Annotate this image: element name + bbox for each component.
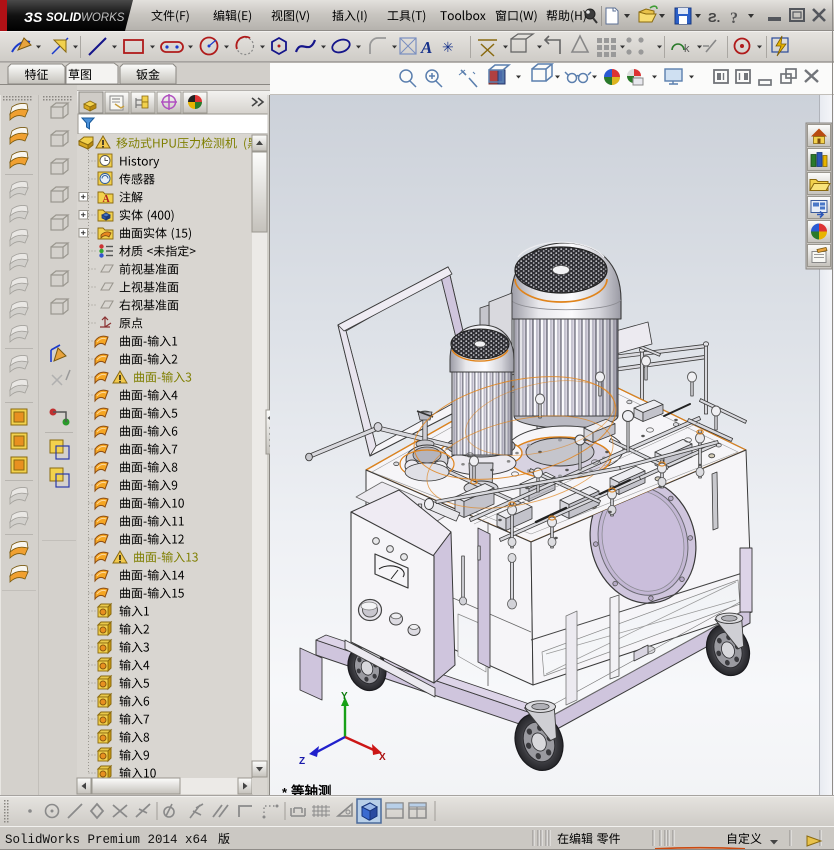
svg-text:SolidWorks Premium 2014 x64: SolidWorks Premium 2014 x64 (5, 833, 208, 847)
svg-text:Z: Z (299, 756, 305, 767)
svg-text:X: X (379, 752, 386, 763)
svg-text:WORKS: WORKS (81, 12, 125, 24)
svg-text:ЗS: ЗS (24, 9, 43, 25)
svg-text:Ƨ.: Ƨ. (708, 10, 720, 25)
svg-text:A: A (420, 38, 432, 57)
svg-text:A: A (103, 194, 111, 205)
svg-text:SOLID: SOLID (46, 12, 81, 24)
svg-text:?: ? (730, 10, 738, 27)
svg-text:✳: ✳ (442, 39, 454, 55)
svg-text:k: k (684, 43, 690, 55)
svg-text:Y: Y (341, 691, 348, 702)
